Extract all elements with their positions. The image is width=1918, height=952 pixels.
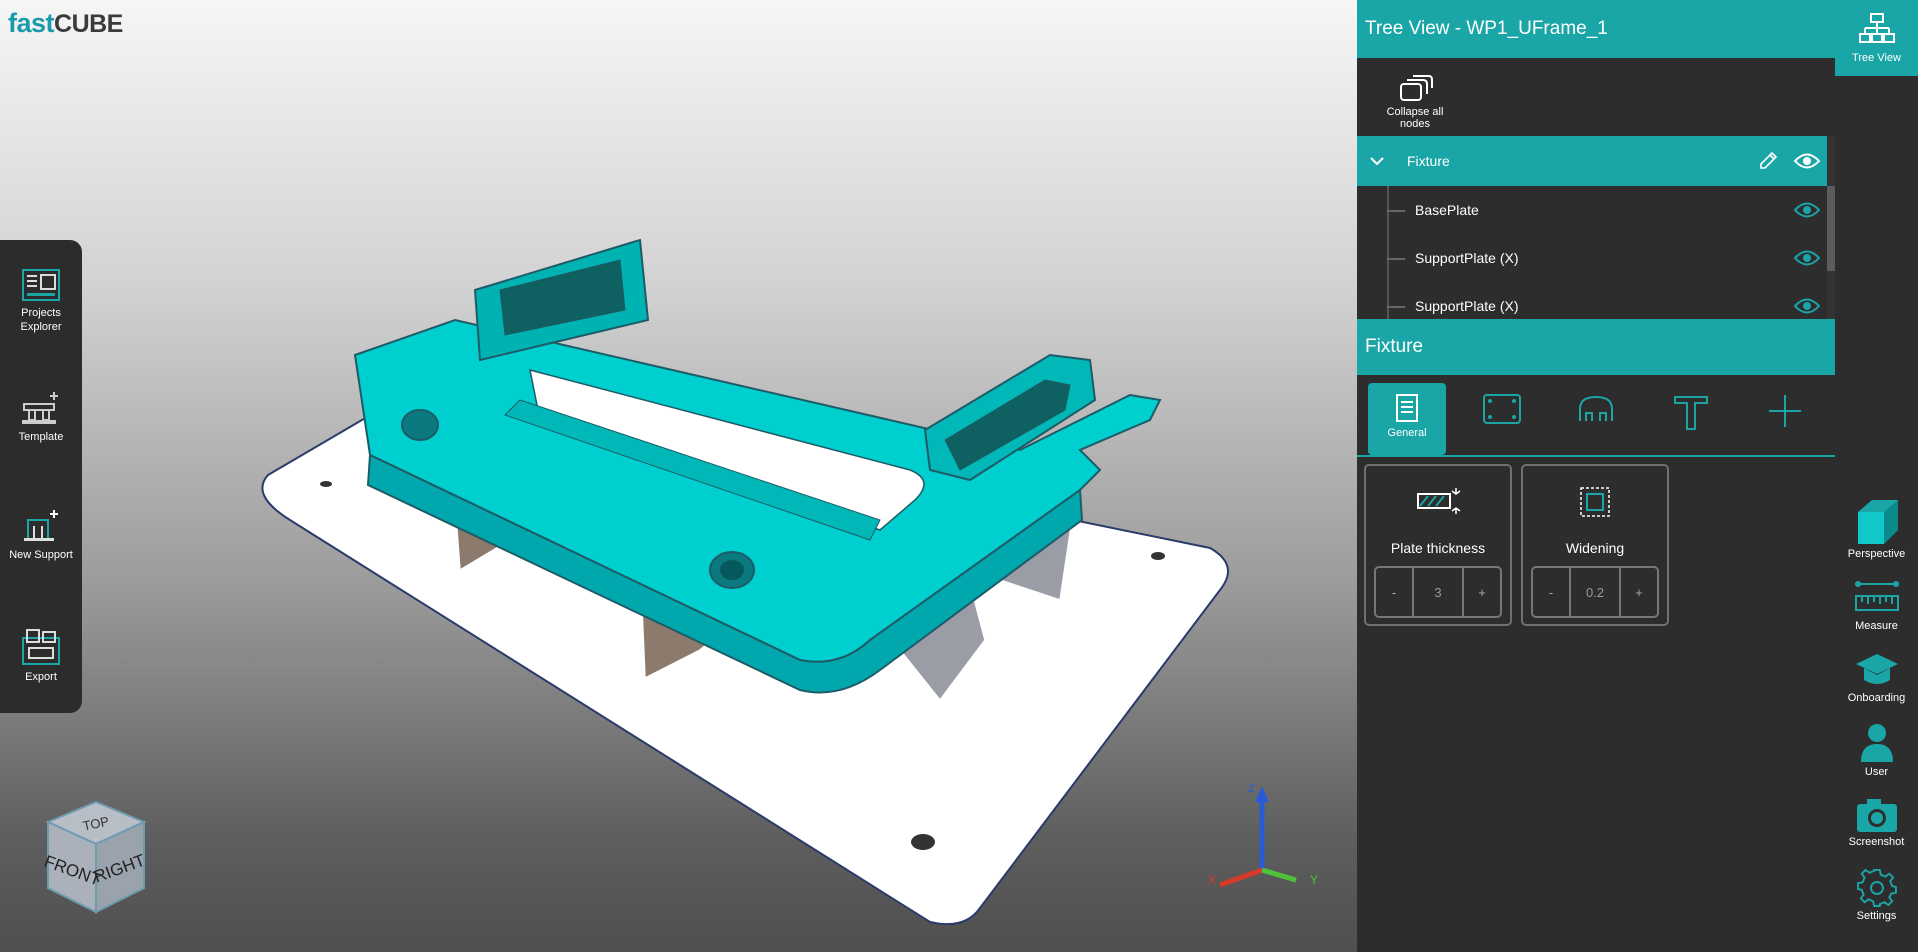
plus-icon [1769, 395, 1801, 427]
template-icon [22, 392, 58, 424]
projects-explorer-icon [22, 269, 60, 301]
tree-view-title: Tree View - WP1_UFrame_1 [1357, 0, 1835, 58]
widening-stepper: - 0.2 + [1531, 566, 1659, 618]
widening-label: Widening [1565, 540, 1625, 556]
tab-clamp[interactable] [1557, 383, 1635, 455]
plate-thickness-card: Plate thickness - 3 + [1364, 464, 1512, 626]
export-icon [22, 629, 60, 665]
tree-node-label: SupportPlate (X) [1415, 250, 1519, 266]
collapse-all-label: Collapse all nodes [1386, 106, 1444, 130]
user-label: User [1864, 766, 1889, 778]
export-button[interactable]: Export [0, 628, 82, 684]
template-button[interactable]: Template [0, 390, 82, 444]
tab-plate[interactable] [1463, 383, 1541, 455]
chevron-down-icon[interactable] [1369, 155, 1385, 167]
tree-node-label: Fixture [1407, 153, 1450, 169]
plate-icon [1483, 394, 1521, 424]
tab-add[interactable] [1746, 383, 1824, 455]
camera-icon [1856, 799, 1897, 832]
new-support-icon [24, 510, 58, 541]
fixture-3d-model[interactable] [0, 0, 1357, 952]
tree-node-baseplate[interactable]: BasePlate [1357, 186, 1835, 234]
tree-node-label: BasePlate [1415, 202, 1479, 218]
t-profile-icon [1674, 396, 1708, 430]
tree-view-label: Tree View [1852, 52, 1901, 64]
screenshot-label: Screenshot [1848, 836, 1905, 848]
new-support-label: New Support [9, 549, 73, 561]
axis-z-label: Z [1248, 783, 1255, 795]
export-label: Export [25, 671, 57, 683]
right-toolbar: Tree View Perspective Measure Onboarding… [1835, 0, 1918, 952]
plate-thickness-label: Plate thickness [1390, 540, 1486, 556]
tree-scrollbar[interactable] [1827, 136, 1835, 319]
settings-label: Settings [1856, 910, 1897, 922]
axis-gizmo: X Y Z [1208, 783, 1318, 888]
gear-icon [1856, 868, 1897, 907]
widening-card: Widening - 0.2 + [1521, 464, 1669, 626]
edit-pencil-icon[interactable] [1757, 150, 1779, 172]
perspective-label: Perspective [1847, 548, 1906, 560]
onboarding-label: Onboarding [1847, 692, 1906, 704]
tree-view-button[interactable]: Tree View [1835, 0, 1918, 76]
tree-scroll-thumb[interactable] [1827, 186, 1835, 271]
plate-thickness-value[interactable]: 3 [1412, 568, 1464, 616]
tab-t-profile[interactable] [1652, 383, 1730, 455]
tree-list[interactable]: Fixture BasePlate SupportPlate (X) Suppo… [1357, 136, 1835, 319]
clamp-icon [1579, 395, 1613, 421]
plate-thickness-increment[interactable]: + [1464, 568, 1500, 616]
collapse-all-icon [1400, 75, 1433, 101]
measure-button[interactable]: Measure [1835, 578, 1918, 632]
template-label: Template [18, 431, 64, 443]
perspective-button[interactable]: Perspective [1835, 498, 1918, 560]
plate-thickness-icon [1417, 488, 1461, 514]
visibility-eye-icon[interactable] [1793, 152, 1821, 170]
measure-ruler-icon [1854, 581, 1899, 611]
perspective-cube-icon [1857, 500, 1898, 544]
visibility-eye-icon[interactable] [1793, 201, 1821, 219]
graduation-cap-icon [1855, 654, 1898, 684]
projects-explorer-label: Projects Explorer [20, 307, 62, 333]
detail-tabs: General [1357, 375, 1835, 457]
detail-title: Fixture [1357, 319, 1835, 375]
tab-general-label: General [1387, 427, 1427, 439]
tree-node-supportplate-1[interactable]: SupportPlate (X) [1357, 234, 1835, 282]
tree-node-fixture[interactable]: Fixture [1357, 136, 1835, 186]
widening-value[interactable]: 0.2 [1569, 568, 1621, 616]
tab-general[interactable]: General [1368, 383, 1446, 455]
tree-node-label: SupportPlate (X) [1415, 298, 1519, 314]
widening-decrement[interactable]: - [1533, 568, 1569, 616]
tree-toolbar: Collapse all nodes [1357, 58, 1835, 136]
axis-x-label: X [1208, 873, 1216, 887]
new-support-button[interactable]: New Support [0, 508, 82, 562]
tree-view-panel: Tree View - WP1_UFrame_1 Collapse all no… [1357, 0, 1835, 952]
plate-thickness-decrement[interactable]: - [1376, 568, 1412, 616]
screenshot-button[interactable]: Screenshot [1835, 796, 1918, 848]
document-icon [1396, 394, 1418, 422]
view-cube[interactable]: TOP FRONT RIGHT [40, 800, 150, 915]
projects-explorer-button[interactable]: Projects Explorer [0, 268, 82, 334]
user-icon [1860, 724, 1893, 762]
logo-cube: CUBE [54, 10, 123, 38]
widening-icon [1580, 487, 1610, 517]
tree-node-supportplate-2[interactable]: SupportPlate (X) [1357, 282, 1835, 319]
settings-button[interactable]: Settings [1835, 868, 1918, 922]
tree-view-icon [1858, 13, 1895, 43]
logo-fast: fast [8, 8, 55, 38]
visibility-eye-icon[interactable] [1793, 249, 1821, 267]
app-logo: fastCUBE [8, 8, 123, 39]
user-button[interactable]: User [1835, 722, 1918, 778]
onboarding-button[interactable]: Onboarding [1835, 650, 1918, 704]
left-toolbar: Projects Explorer Template New Support E… [0, 240, 82, 713]
axis-y-label: Y [1310, 873, 1318, 887]
visibility-eye-icon[interactable] [1793, 297, 1821, 315]
3d-viewport[interactable]: fastCUBE Projects Explorer Template New … [0, 0, 1357, 952]
plate-thickness-stepper: - 3 + [1374, 566, 1502, 618]
measure-label: Measure [1855, 620, 1898, 632]
widening-increment[interactable]: + [1621, 568, 1657, 616]
collapse-all-button[interactable]: Collapse all nodes [1373, 70, 1457, 130]
